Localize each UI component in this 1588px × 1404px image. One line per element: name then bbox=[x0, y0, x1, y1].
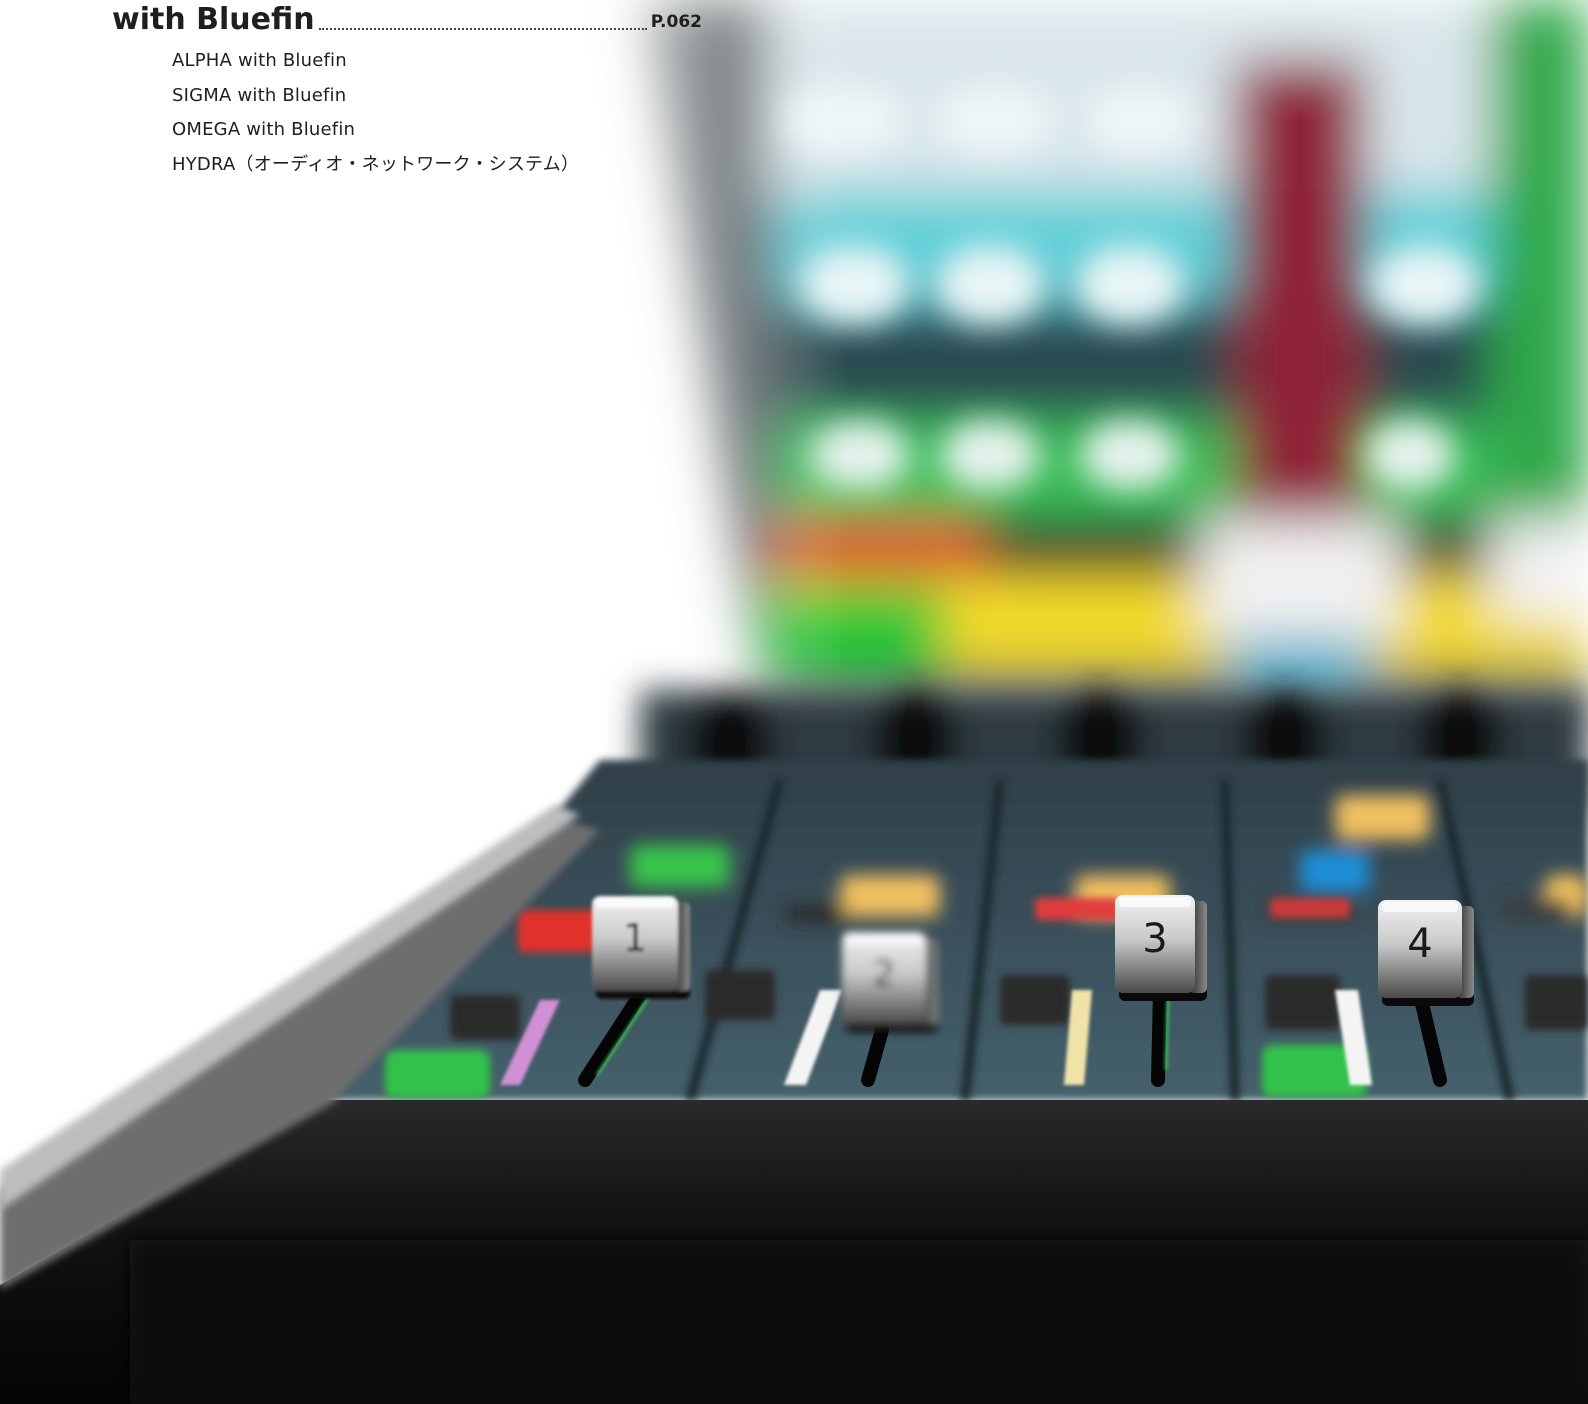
fader-number-4: 4 bbox=[1407, 921, 1432, 967]
toc-item-alpha[interactable]: ALPHA with Bluefin bbox=[172, 44, 702, 79]
fader-number-3: 3 bbox=[1142, 916, 1167, 962]
fader-cap-1: 1 bbox=[592, 896, 690, 999]
mixing-console-photo: 1 2 3 4 bbox=[0, 0, 1588, 1404]
fader-cap-4: 4 bbox=[1378, 900, 1474, 1006]
toc-item-hydra[interactable]: HYDRA（オーディオ・ネットワーク・システム） bbox=[172, 148, 702, 183]
toc-item-sigma[interactable]: SIGMA with Bluefin bbox=[172, 79, 702, 114]
table-of-contents: with Bluefin P.062 ALPHA with Bluefin SI… bbox=[112, 0, 702, 182]
toc-page-reference: P.062 bbox=[650, 12, 702, 32]
toc-item-list: ALPHA with Bluefin SIGMA with Bluefin OM… bbox=[112, 44, 702, 182]
fader-number-2: 2 bbox=[873, 953, 896, 994]
fader-cap-3: 3 bbox=[1115, 895, 1207, 1001]
fader-number-1: 1 bbox=[623, 916, 647, 960]
toc-section-title: with Bluefin bbox=[112, 2, 315, 37]
toc-item-omega[interactable]: OMEGA with Bluefin bbox=[172, 113, 702, 148]
fader-cap-2: 2 bbox=[842, 932, 938, 1032]
toc-section-heading[interactable]: with Bluefin P.062 bbox=[112, 0, 702, 38]
dotted-leader bbox=[318, 28, 647, 30]
